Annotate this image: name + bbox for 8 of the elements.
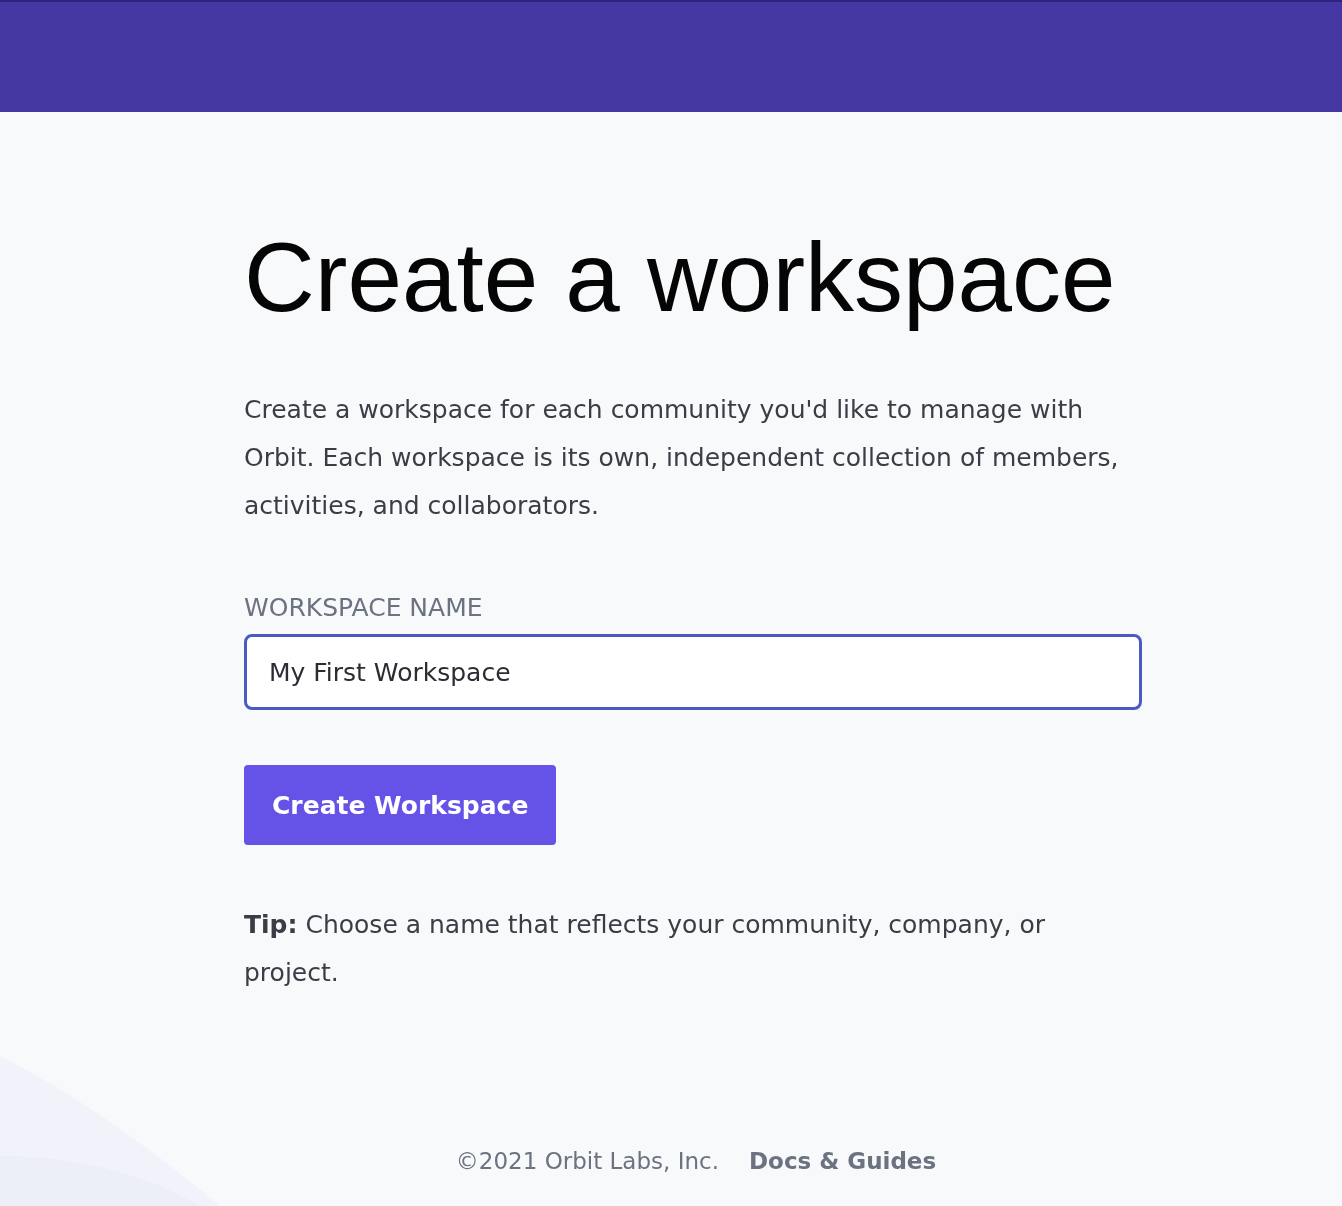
docs-link[interactable]: Docs & Guides bbox=[749, 1147, 937, 1175]
copyright-text: ©2021 Orbit Labs, Inc. bbox=[455, 1147, 719, 1175]
create-workspace-button[interactable]: Create Workspace bbox=[244, 765, 557, 845]
tip-text: Tip: Choose a name that reflects your community, company, or project. bbox=[244, 909, 1046, 989]
workspace-name-field[interactable]: My First Workspace bbox=[244, 634, 1142, 710]
field-label: WORKSPACE NAME bbox=[244, 592, 483, 624]
page-heading: Create a workspace bbox=[244, 221, 1116, 334]
intro-paragraph: Create a workspace for each community you'd like to manage with Orbit. Each workspace is its own, independent collection of members, activities, and collaborators. bbox=[244, 394, 1120, 522]
